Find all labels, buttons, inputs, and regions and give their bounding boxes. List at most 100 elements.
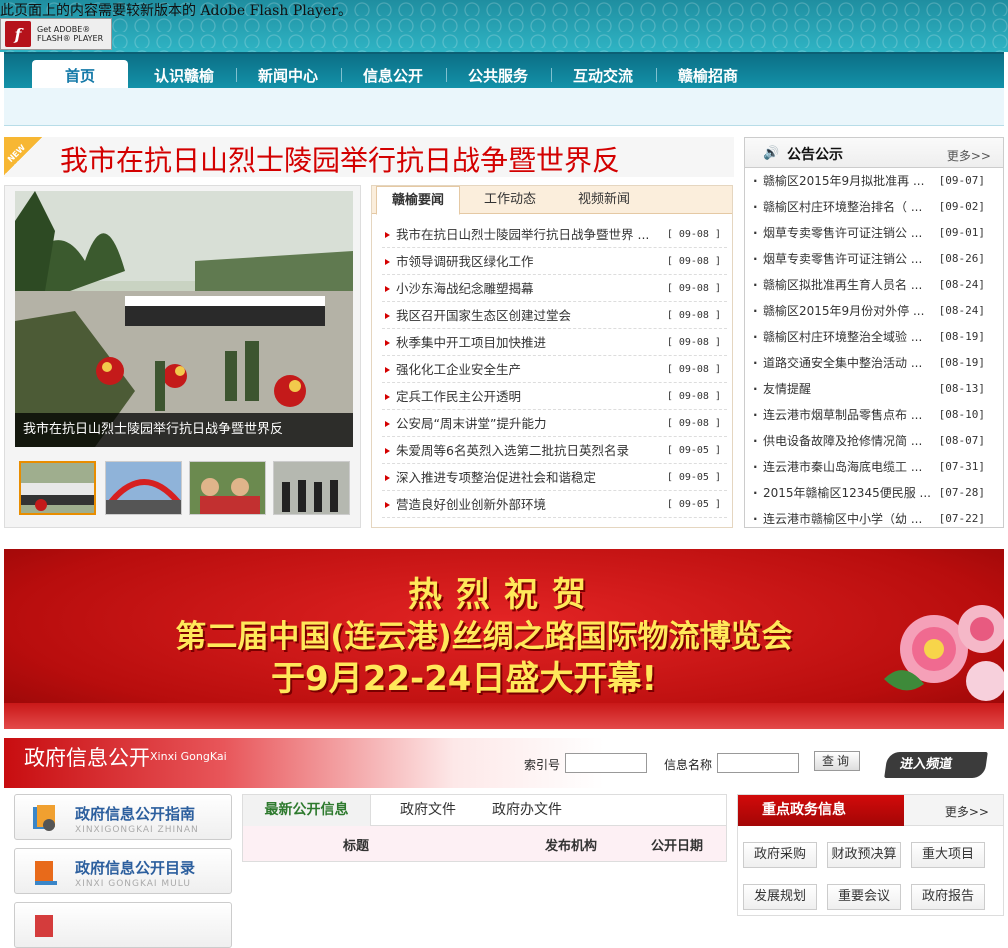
guide-title: 政府信息公开指南	[75, 805, 196, 823]
key-button-projects[interactable]: 重大项目	[911, 842, 985, 868]
item-title[interactable]: 道路交通安全集中整治活动 ...	[763, 356, 922, 370]
banner-floor	[4, 703, 1004, 729]
headline-text[interactable]: 我市在抗日山烈士陵园举行抗日战争暨世界反	[60, 139, 620, 177]
item-title[interactable]: 定兵工作民主公开透明	[396, 389, 521, 404]
notice-item[interactable]: 烟草专卖零售许可证注销公 ... [08-26]	[749, 246, 1003, 272]
notice-item[interactable]: 赣榆区2015年9月份对外停 ... [08-24]	[749, 298, 1003, 324]
get-flash-button[interactable]: f Get ADOBE® FLASH® PLAYER	[0, 18, 112, 50]
notice-item[interactable]: 连云港市烟草制品零售点布 ... [08-10]	[749, 402, 1003, 428]
key-button-procurement[interactable]: 政府采购	[743, 842, 817, 868]
item-title[interactable]: 烟草专卖零售许可证注销公 ...	[763, 226, 922, 240]
nav-item-service[interactable]: 公共服务	[458, 60, 538, 90]
item-title[interactable]: 公安局“周末讲堂”提升能力	[396, 416, 546, 431]
thumbnail-image	[190, 462, 265, 514]
item-title[interactable]: 朱爱周等6名英烈入选第二批抗日英烈名录	[396, 443, 629, 458]
notice-item[interactable]: 赣榆区村庄环境整治排名（ ... [09-02]	[749, 194, 1003, 220]
news-panel: 赣榆要闻 工作动态 视频新闻 我市在抗日山烈士陵园举行抗日战争暨世界 ... [ …	[371, 185, 733, 528]
item-title[interactable]: 赣榆区村庄环境整治全域验 ...	[763, 330, 922, 344]
nav-item-interact[interactable]: 互动交流	[563, 60, 643, 90]
item-title[interactable]: 连云港市烟草制品零售点布 ...	[763, 408, 922, 422]
item-title[interactable]: 连云港市秦山岛海底电缆工 ...	[763, 460, 922, 474]
news-item[interactable]: 强化化工企业安全生产 [ 09-08 ]	[382, 356, 727, 383]
key-affairs-more-link[interactable]: 更多>>	[945, 803, 989, 820]
news-item[interactable]: 朱爱周等6名英烈入选第二批抗日英烈名录 [ 09-05 ]	[382, 437, 727, 464]
item-title[interactable]: 小沙东海战纪念雕塑揭幕	[396, 281, 534, 296]
index-input[interactable]	[565, 753, 647, 773]
news-item[interactable]: 定兵工作民主公开透明 [ 09-08 ]	[382, 383, 727, 410]
search-button[interactable]: 查询	[814, 751, 860, 771]
item-title[interactable]: 连云港市赣榆区中小学（幼 ...	[763, 512, 922, 526]
notice-item[interactable]: 连云港市秦山岛海底电缆工 ... [07-31]	[749, 454, 1003, 480]
item-title[interactable]: 我区召开国家生态区创建过堂会	[396, 308, 571, 323]
notice-item[interactable]: 2015年赣榆区12345便民服 ... [07-28]	[749, 480, 1003, 506]
news-item[interactable]: 公安局“周末讲堂”提升能力 [ 09-08 ]	[382, 410, 727, 437]
nav-item-about[interactable]: 认识赣榆	[144, 60, 224, 90]
item-title[interactable]: 深入推进专项整治促进社会和谐稳定	[396, 470, 596, 485]
item-title[interactable]: 秋季集中开工项目加快推进	[396, 335, 546, 350]
notice-item[interactable]: 赣榆区村庄环境整治全域验 ... [08-19]	[749, 324, 1003, 350]
expo-banner[interactable]: 热烈祝贺 第二届中国(连云港)丝绸之路国际物流博览会 于9月22-24日盛大开幕…	[4, 549, 1004, 729]
notice-item[interactable]: 烟草专卖零售许可证注销公 ... [09-01]	[749, 220, 1003, 246]
notice-more-link[interactable]: 更多>>	[947, 147, 991, 164]
nav-item-news[interactable]: 新闻中心	[248, 60, 328, 90]
key-button-planning[interactable]: 发展规划	[743, 884, 817, 910]
focus-caption[interactable]: 我市在抗日山烈士陵园举行抗日战争暨世界反	[15, 413, 353, 447]
thumbnail-1[interactable]	[19, 461, 96, 515]
news-item[interactable]: 深入推进专项整治促进社会和谐稳定 [ 09-05 ]	[382, 464, 727, 491]
notice-item[interactable]: 友情提醒 [08-13]	[749, 376, 1003, 402]
item-date: [ 09-05 ]	[666, 472, 721, 483]
item-title[interactable]: 营造良好创业创新外部环境	[396, 497, 546, 512]
catalog-button[interactable]: 政府信息公开目录 XINXI GONGKAI MULU	[14, 848, 232, 894]
notice-item[interactable]: 赣榆区拟批准再生育人员名 ... [08-24]	[749, 272, 1003, 298]
enter-channel-button[interactable]: 进入频道	[884, 752, 988, 778]
item-title[interactable]: 强化化工企业安全生产	[396, 362, 521, 377]
tab-office-docs[interactable]: 政府办文件	[477, 795, 577, 826]
catalog-book-icon	[35, 861, 57, 885]
focus-photo[interactable]	[15, 191, 353, 447]
guide-button[interactable]: 政府信息公开指南 XINXIGONGKAI ZHINAN	[14, 794, 232, 840]
nav-item-info[interactable]: 信息公开	[353, 60, 433, 90]
news-item[interactable]: 市领导调研我区绿化工作 [ 09-08 ]	[382, 248, 727, 275]
tab-gov-docs[interactable]: 政府文件	[383, 795, 473, 826]
headline-banner[interactable]: NEW 我市在抗日山烈士陵园举行抗日战争暨世界反	[4, 137, 734, 177]
key-button-budget[interactable]: 财政预决算	[827, 842, 901, 868]
news-item[interactable]: 秋季集中开工项目加快推进 [ 09-08 ]	[382, 329, 727, 356]
item-title[interactable]: 赣榆区2015年9月份对外停 ...	[763, 304, 924, 318]
item-title[interactable]: 友情提醒	[763, 382, 811, 396]
item-date: [08-19]	[938, 356, 985, 369]
info-tabs: 最新公开信息 政府文件 政府办文件	[243, 795, 726, 826]
news-item[interactable]: 小沙东海战纪念雕塑揭幕 [ 09-08 ]	[382, 275, 727, 302]
notice-item[interactable]: 连云港市赣榆区中小学（幼 ... [07-22]	[749, 506, 1003, 532]
thumbnail-4[interactable]	[273, 461, 350, 515]
catalog-pinyin: XINXI GONGKAI MULU	[75, 879, 191, 889]
thumbnail-2[interactable]	[105, 461, 182, 515]
name-input[interactable]	[717, 753, 799, 773]
nav-item-home[interactable]: 首页	[32, 60, 128, 90]
nav-item-invest[interactable]: 赣榆招商	[668, 60, 748, 90]
notice-item[interactable]: 道路交通安全集中整治活动 ... [08-19]	[749, 350, 1003, 376]
news-item[interactable]: 我区召开国家生态区创建过堂会 [ 09-08 ]	[382, 302, 727, 329]
item-title[interactable]: 供电设备故障及抢修情况简 ...	[763, 434, 922, 448]
item-date: [ 09-05 ]	[666, 445, 721, 456]
side-button-3[interactable]	[14, 902, 232, 948]
item-title[interactable]: 我市在抗日山烈士陵园举行抗日战争暨世界 ...	[396, 227, 649, 242]
key-button-reports[interactable]: 政府报告	[911, 884, 985, 910]
item-title[interactable]: 赣榆区村庄环境整治排名（ ...	[763, 200, 922, 214]
item-title[interactable]: 市领导调研我区绿化工作	[396, 254, 534, 269]
news-item[interactable]: 我市在抗日山烈士陵园举行抗日战争暨世界 ... [ 09-08 ]	[382, 221, 727, 248]
tab-video-news[interactable]: 视频新闻	[562, 186, 646, 214]
news-item[interactable]: 营造良好创业创新外部环境 [ 09-05 ]	[382, 491, 727, 518]
key-button-meetings[interactable]: 重要会议	[827, 884, 901, 910]
item-title[interactable]: 赣榆区拟批准再生育人员名 ...	[763, 278, 922, 292]
notice-header: 🔊 公告公示 更多>>	[745, 138, 1003, 168]
notice-item[interactable]: 供电设备故障及抢修情况简 ... [08-07]	[749, 428, 1003, 454]
tab-work-updates[interactable]: 工作动态	[468, 186, 552, 214]
notice-item[interactable]: 赣榆区2015年9月拟批准再 ... [09-07]	[749, 168, 1003, 194]
thumbnail-3[interactable]	[189, 461, 266, 515]
tab-local-news[interactable]: 赣榆要闻	[376, 186, 460, 215]
item-title[interactable]: 烟草专卖零售许可证注销公 ...	[763, 252, 922, 266]
latest-info-panel: 最新公开信息 政府文件 政府办文件 标题 发布机构 公开日期	[242, 794, 727, 862]
item-title[interactable]: 赣榆区2015年9月拟批准再 ...	[763, 174, 924, 188]
item-title[interactable]: 2015年赣榆区12345便民服 ...	[763, 486, 931, 500]
tab-latest-info[interactable]: 最新公开信息	[243, 795, 371, 826]
